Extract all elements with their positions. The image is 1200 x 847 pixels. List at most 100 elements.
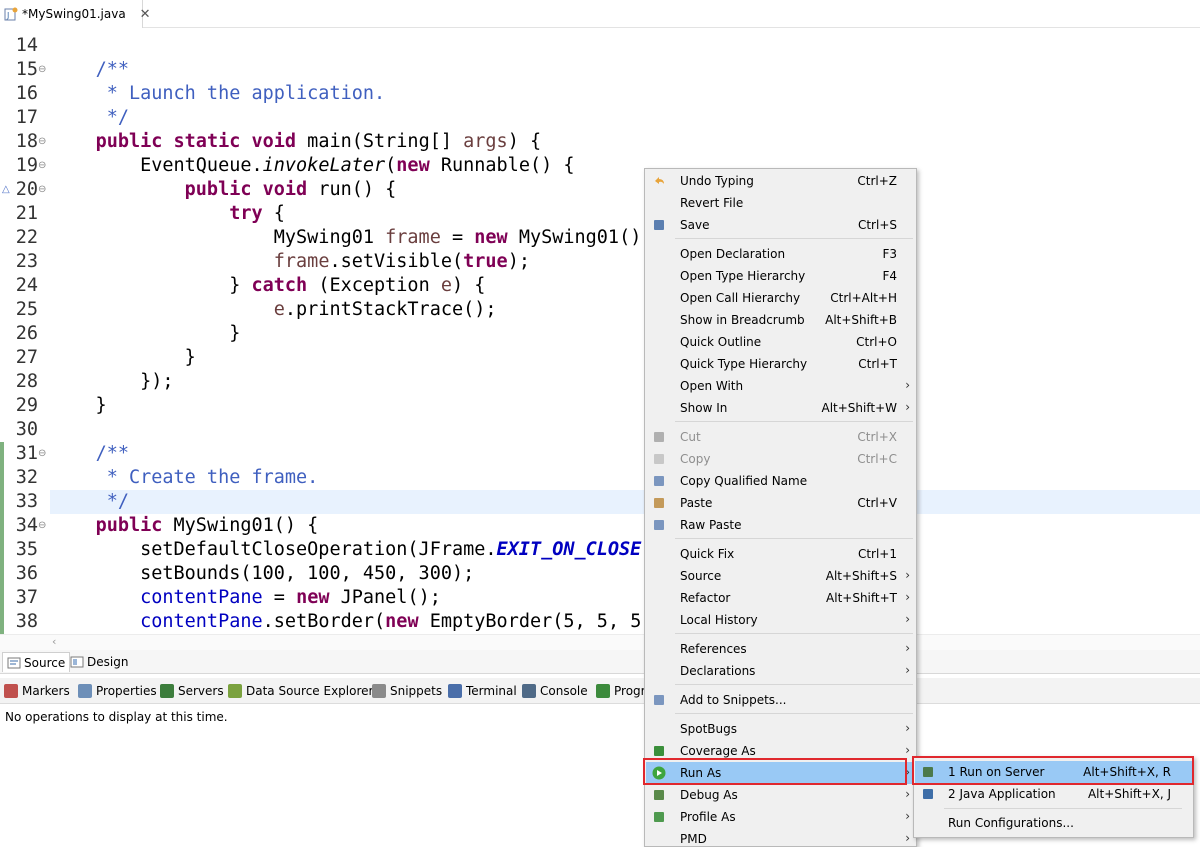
menu-item-references[interactable]: References ›: [646, 638, 916, 660]
menu-item-quick-fix[interactable]: Quick Fix Ctrl+1: [646, 543, 916, 565]
view-tab-data-source-explorer[interactable]: Data Source Explorer: [228, 682, 373, 700]
menu-item-quick-type-hierarchy[interactable]: Quick Type Hierarchy Ctrl+T: [646, 353, 916, 375]
menu-item-revert-file[interactable]: Revert File: [646, 192, 916, 214]
code-line[interactable]: 17 */: [0, 106, 1200, 130]
fold-collapse-icon[interactable]: ⊖: [38, 178, 46, 202]
code-line[interactable]: 22 MySwing01 frame = new MySwing01();: [0, 226, 1200, 250]
line-number: 33: [15, 491, 38, 512]
view-tab-markers[interactable]: Markers: [4, 682, 70, 700]
code-line[interactable]: 31 ⊖ /**: [0, 442, 1200, 466]
menu-item-shortcut: Ctrl+V: [857, 496, 897, 510]
menu-item-label: Show In: [680, 401, 728, 415]
menu-item-paste[interactable]: Paste Ctrl+V: [646, 492, 916, 514]
menu-item-copy[interactable]: Copy Ctrl+C: [646, 448, 916, 470]
menu-item-source[interactable]: Source Alt+Shift+S ›: [646, 565, 916, 587]
code-text: * Launch the application.: [51, 83, 386, 104]
close-icon[interactable]: ✕: [140, 7, 151, 22]
menu-item-copy-qualified-name[interactable]: Copy Qualified Name: [646, 470, 916, 492]
menu-item-declarations[interactable]: Declarations ›: [646, 660, 916, 682]
menu-item-add-to-snippets[interactable]: Add to Snippets...: [646, 689, 916, 711]
menu-item-label: Coverage As: [680, 744, 756, 758]
properties-icon: [78, 684, 92, 698]
menu-item-show-in-breadcrumb[interactable]: Show in Breadcrumb Alt+Shift+B: [646, 309, 916, 331]
menu-item-2-java-application[interactable]: 2 Java Application Alt+Shift+X, J: [915, 783, 1192, 805]
submenu-arrow-icon: ›: [905, 765, 910, 779]
code-line[interactable]: 16 * Launch the application.: [0, 82, 1200, 106]
code-line[interactable]: 35 setDefaultCloseOperation(JFrame.EXIT_…: [0, 538, 1200, 562]
code-line[interactable]: 30: [0, 418, 1200, 442]
editor-tab-myswing01[interactable]: J *MySwing01.java ✕: [0, 0, 151, 28]
menu-item-coverage-as[interactable]: Coverage As ›: [646, 740, 916, 762]
profile-icon: [652, 810, 666, 824]
menu-item-open-declaration[interactable]: Open Declaration F3: [646, 243, 916, 265]
fold-collapse-icon[interactable]: ⊖: [38, 514, 46, 538]
code-line[interactable]: 26 }: [0, 322, 1200, 346]
code-line[interactable]: 37 contentPane = new JPanel();: [0, 586, 1200, 610]
code-line[interactable]: 25 e.printStackTrace();: [0, 298, 1200, 322]
scroll-left-icon[interactable]: ‹: [52, 635, 56, 648]
menu-item-run-as[interactable]: Run As ›: [646, 762, 916, 784]
menu-item-show-in[interactable]: Show In Alt+Shift+W ›: [646, 397, 916, 419]
code-line[interactable]: 36 setBounds(100, 100, 450, 300);: [0, 562, 1200, 586]
code-line[interactable]: 18 ⊖ public static void main(String[] arg…: [0, 130, 1200, 154]
view-tab-servers[interactable]: Servers: [160, 682, 224, 700]
fold-collapse-icon[interactable]: ⊖: [38, 130, 46, 154]
code-line[interactable]: 34 ⊖ public MySwing01() {: [0, 514, 1200, 538]
tab-source[interactable]: Source: [2, 652, 71, 672]
code-text: }: [51, 323, 241, 344]
horizontal-scrollbar[interactable]: ‹: [0, 634, 1200, 650]
code-line[interactable]: 28 });: [0, 370, 1200, 394]
line-number: 25: [15, 299, 38, 320]
code-line[interactable]: 33 */: [0, 490, 1200, 514]
menu-item-label: Open Call Hierarchy: [680, 291, 801, 305]
view-tab-properties[interactable]: Properties: [78, 682, 157, 700]
view-tab-progr[interactable]: Progr: [596, 682, 646, 700]
menu-item-open-type-hierarchy[interactable]: Open Type Hierarchy F4: [646, 265, 916, 287]
code-line[interactable]: 27 }: [0, 346, 1200, 370]
scissors-icon: [652, 430, 666, 444]
menu-item-save[interactable]: Save Ctrl+S: [646, 214, 916, 236]
context-menu: Undo Typing Ctrl+Z Revert File Save Ctrl+S Op…: [644, 168, 917, 847]
menu-item-raw-paste[interactable]: Raw Paste: [646, 514, 916, 536]
menu-item-label: Quick Fix: [680, 547, 735, 561]
menu-item-open-with[interactable]: Open With ›: [646, 375, 916, 397]
code-line[interactable]: 38 contentPane.setBorder(new EmptyBorder…: [0, 610, 1200, 634]
menu-item-spotbugs[interactable]: SpotBugs ›: [646, 718, 916, 740]
menu-item-local-history[interactable]: Local History ›: [646, 609, 916, 631]
code-text: frame.setVisible(true);: [273, 251, 530, 272]
code-text: try {: [229, 203, 285, 224]
snippets-icon: [372, 684, 386, 698]
code-line[interactable]: △ 20 ⊖ public void run() {: [0, 178, 1200, 202]
code-line[interactable]: 23 frame.setVisible(true);: [0, 250, 1200, 274]
code-line[interactable]: 24 } catch (Exception e) {: [0, 274, 1200, 298]
line-number: 38: [15, 611, 38, 632]
code-line[interactable]: 15 ⊖ /**: [0, 58, 1200, 82]
menu-item-undo-typing[interactable]: Undo Typing Ctrl+Z: [646, 170, 916, 192]
menu-item-profile-as[interactable]: Profile As ›: [646, 806, 916, 828]
code-editor[interactable]: 14 15 ⊖ /** 16 * Launch the application. 17 …: [0, 28, 1200, 634]
menu-item-open-call-hierarchy[interactable]: Open Call Hierarchy Ctrl+Alt+H: [646, 287, 916, 309]
source-design-bar: Source Design: [0, 650, 1200, 674]
fold-collapse-icon[interactable]: ⊖: [38, 154, 46, 178]
menu-item-quick-outline[interactable]: Quick Outline Ctrl+O: [646, 331, 916, 353]
code-text: setBounds(100, 100, 450, 300);: [51, 563, 475, 584]
fold-collapse-icon[interactable]: ⊖: [38, 58, 46, 82]
menu-item-refactor[interactable]: Refactor Alt+Shift+T ›: [646, 587, 916, 609]
change-marker: [0, 490, 4, 514]
code-text: public void run() {: [184, 179, 397, 200]
menu-item-pmd[interactable]: PMD ›: [646, 828, 916, 846]
code-line[interactable]: 19 ⊖ EventQueue.invokeLater(new Runnable(…: [0, 154, 1200, 178]
menu-item-debug-as[interactable]: Debug As ›: [646, 784, 916, 806]
fold-collapse-icon[interactable]: ⊖: [38, 442, 46, 466]
code-line[interactable]: 32 * Create the frame.: [0, 466, 1200, 490]
code-line[interactable]: 21 try {: [0, 202, 1200, 226]
menu-item-1-run-on-server[interactable]: 1 Run on Server Alt+Shift+X, R: [915, 761, 1192, 783]
code-line[interactable]: 29 }: [0, 394, 1200, 418]
tab-design[interactable]: Design: [66, 652, 132, 672]
code-line[interactable]: 14: [0, 34, 1200, 58]
view-tab-terminal[interactable]: Terminal: [448, 682, 517, 700]
menu-item-cut[interactable]: Cut Ctrl+X: [646, 426, 916, 448]
menu-item-run-configurations[interactable]: Run Configurations...: [915, 812, 1192, 834]
view-tab-console[interactable]: Console: [522, 682, 588, 700]
view-tab-snippets[interactable]: Snippets: [372, 682, 442, 700]
